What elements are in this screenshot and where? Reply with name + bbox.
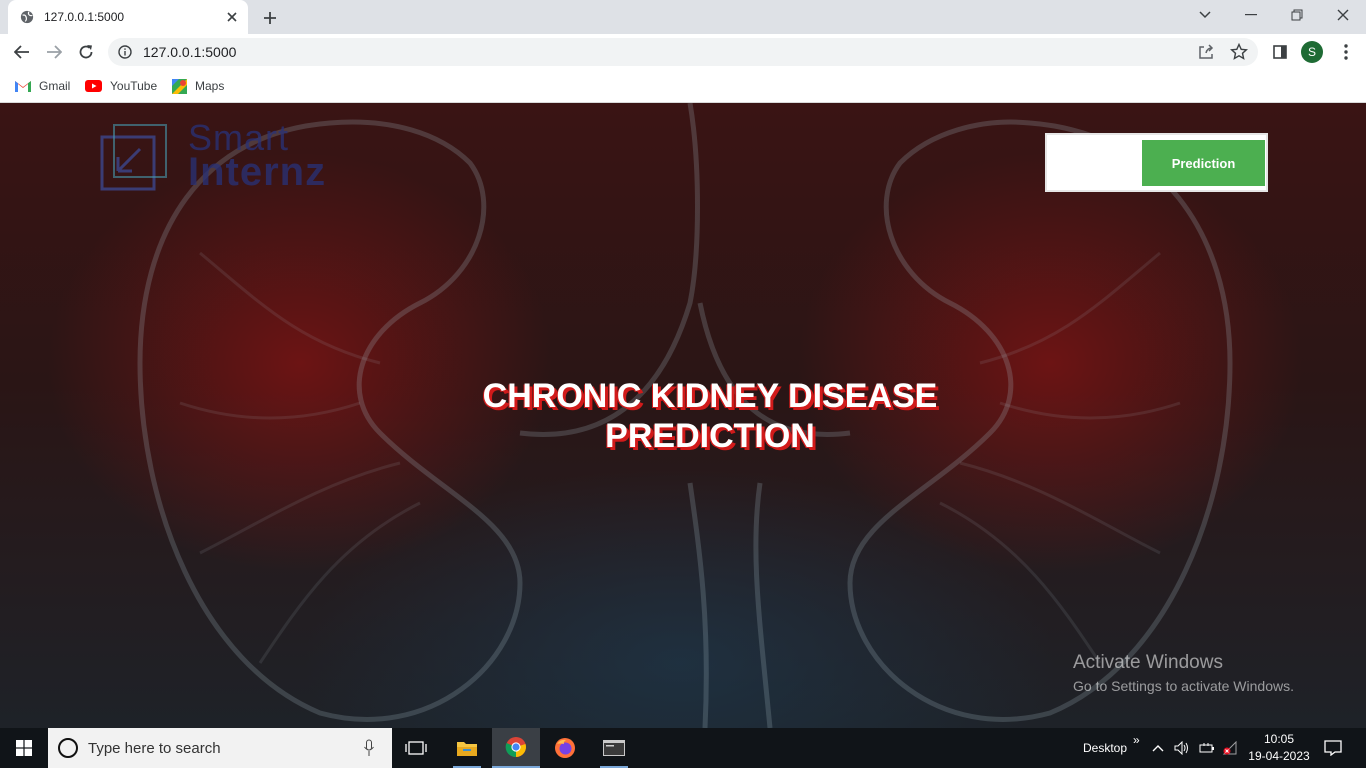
browser-tab[interactable]: 127.0.0.1:5000 xyxy=(8,0,248,34)
taskbar-search-box[interactable]: Type here to search xyxy=(48,728,392,768)
windows-taskbar: Type here to search Desktop » 10:05 19-0… xyxy=(0,728,1366,768)
share-icon[interactable] xyxy=(1198,44,1214,60)
toolbar-overflow-icon[interactable]: » xyxy=(1133,720,1140,760)
chevron-up-icon[interactable] xyxy=(1152,728,1164,768)
back-arrow-icon[interactable] xyxy=(8,38,36,66)
minimize-icon[interactable] xyxy=(1228,0,1274,30)
address-bar[interactable]: 127.0.0.1:5000 xyxy=(108,38,1258,66)
logo-text-line2: Internz xyxy=(188,150,327,194)
smartinternz-logo[interactable]: Smart Internz xyxy=(100,120,355,195)
maps-icon xyxy=(172,78,187,94)
page-title-line1: CHRONIC KIDNEY DISEASE xyxy=(482,377,938,415)
browser-toolbar: 127.0.0.1:5000 S xyxy=(0,34,1366,70)
chrome-icon[interactable] xyxy=(492,728,540,768)
url-text: 127.0.0.1:5000 xyxy=(143,44,237,60)
desktop-toolbar-label[interactable]: Desktop xyxy=(1083,728,1127,768)
bookmark-gmail[interactable]: Gmail xyxy=(15,77,70,95)
globe-icon xyxy=(20,10,34,24)
menu-dots-icon[interactable] xyxy=(1332,38,1360,66)
gmail-icon xyxy=(15,81,31,92)
tab-title: 127.0.0.1:5000 xyxy=(44,10,125,24)
windows-start-icon[interactable] xyxy=(0,728,48,768)
nav-container: Prediction xyxy=(1045,133,1268,192)
profile-avatar[interactable]: S xyxy=(1301,41,1323,63)
bookmark-star-icon[interactable] xyxy=(1230,43,1248,61)
clock-time: 10:05 xyxy=(1263,732,1295,746)
battery-icon[interactable] xyxy=(1199,728,1215,768)
network-disconnected-icon[interactable] xyxy=(1222,728,1238,768)
terminal-window-icon[interactable] xyxy=(590,728,638,768)
cortana-icon xyxy=(58,738,78,758)
file-explorer-icon[interactable] xyxy=(443,728,491,768)
page-viewport: Smart Internz Prediction CHRONIC KIDNEY … xyxy=(0,103,1366,728)
microphone-icon[interactable] xyxy=(364,739,374,757)
firefox-icon[interactable] xyxy=(541,728,589,768)
close-window-icon[interactable] xyxy=(1320,0,1366,30)
system-clock[interactable]: 10:05 19-04-2023 xyxy=(1246,731,1312,765)
prediction-button[interactable]: Prediction xyxy=(1142,140,1265,186)
youtube-icon xyxy=(85,80,102,92)
notifications-icon[interactable] xyxy=(1324,728,1342,768)
search-placeholder: Type here to search xyxy=(88,740,221,757)
site-info-icon[interactable] xyxy=(118,45,132,59)
side-panel-icon[interactable] xyxy=(1266,38,1294,66)
page-title-line2: PREDICTION xyxy=(605,417,815,455)
bookmark-youtube[interactable]: YouTube xyxy=(85,77,157,95)
task-view-icon[interactable] xyxy=(392,728,440,768)
bookmarks-bar: Gmail YouTube Maps xyxy=(0,70,1366,103)
close-tab-icon[interactable] xyxy=(222,7,242,27)
activate-windows-watermark: Activate Windows Go to Settings to activ… xyxy=(1073,652,1294,694)
forward-arrow-icon[interactable] xyxy=(40,38,68,66)
logo-mark-icon xyxy=(100,124,167,191)
new-tab-icon[interactable] xyxy=(258,6,282,30)
bookmark-maps[interactable]: Maps xyxy=(172,77,224,95)
volume-icon[interactable] xyxy=(1174,728,1190,768)
restore-icon[interactable] xyxy=(1274,0,1320,30)
reload-icon[interactable] xyxy=(72,38,100,66)
tab-strip: 127.0.0.1:5000 xyxy=(0,0,1366,34)
clock-date: 19-04-2023 xyxy=(1248,749,1310,763)
tab-search-chevron-icon[interactable] xyxy=(1182,0,1228,30)
page-title: CHRONIC KIDNEY DISEASE PREDICTION xyxy=(383,376,1037,456)
